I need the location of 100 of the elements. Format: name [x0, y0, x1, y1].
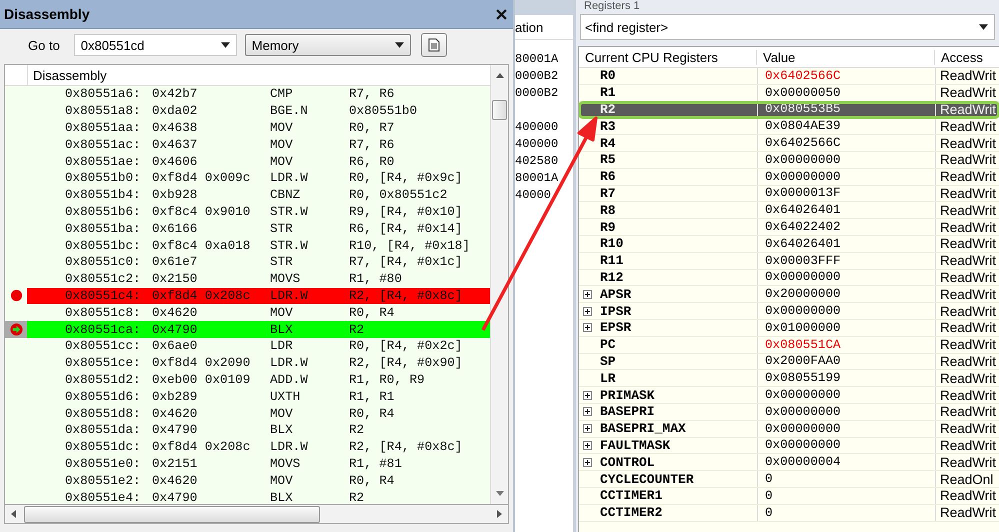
register-name: APSR — [600, 286, 632, 302]
disassembly-line[interactable]: 0x80551d8: 0x4620 MOV R0, R4 — [27, 405, 490, 422]
register-value: 0x00000000 — [765, 152, 841, 167]
register-row[interactable]: BASEPRI_MAX 0x00000000 ReadWrit — [579, 420, 999, 438]
register-row[interactable]: R8 0x64026401 ReadWrit — [579, 202, 999, 220]
vertical-scrollbar[interactable] — [490, 65, 508, 504]
disassembly-line[interactable]: 0x80551cc: 0x6ae0 LDR R0, [R4, #0x2c] — [27, 338, 490, 355]
options-button[interactable] — [420, 33, 447, 57]
register-access: ReadWrit — [940, 136, 996, 151]
register-row[interactable]: BASEPRI 0x00000000 ReadWrit — [579, 404, 999, 421]
mode-dropdown[interactable]: Memory — [244, 34, 411, 56]
disassembly-line[interactable]: 0x80551e0: 0x2151 MOVS R1, #81 — [27, 456, 490, 472]
column-header: Access — [940, 50, 983, 64]
register-row[interactable]: R9 0x64022402 ReadWrit — [579, 219, 999, 236]
register-row[interactable]: R10 0x64026401 ReadWrit — [579, 236, 999, 253]
register-access: ReadWrit — [940, 253, 996, 268]
register-row[interactable]: R6 0x00000000 ReadWrit — [579, 168, 999, 186]
table-cell: 400000 — [515, 137, 558, 151]
register-value: 0x00000004 — [765, 455, 841, 470]
disassembly-line[interactable]: 0x80551bc: 0xf8c4 0xa018 STR.W R10, [R4, #0x18] — [27, 237, 490, 254]
register-access: ReadWrit — [940, 220, 996, 235]
find-register-combobox[interactable]: <find register> — [580, 14, 995, 40]
goto-combobox[interactable]: 0x80551cd — [74, 34, 237, 56]
find-register-field[interactable]: <find register> — [583, 18, 979, 36]
register-row[interactable]: PRIMASK 0x00000000 ReadWrit — [579, 387, 999, 404]
disassembly-line[interactable]: 0x80551ba: 0x6166 STR R6, [R4, #0x14] — [27, 220, 490, 238]
disassembly-line[interactable]: 0x80551ac: 0x4637 MOV R7, R6 — [27, 136, 490, 154]
register-name: R8 — [600, 202, 616, 218]
register-row[interactable]: R2 0x080553B5 ReadWrit — [579, 102, 999, 118]
expand-icon[interactable] — [583, 390, 592, 400]
scroll-left-icon[interactable] — [11, 510, 16, 518]
disassembly-line[interactable]: 0x80551b4: 0xb928 CBNZ R0, 0x80551c2 — [27, 186, 490, 204]
register-access: ReadWrit — [940, 320, 996, 336]
disassembly-line[interactable]: 0x80551dc: 0xf8d4 0x208c LDR.W R2, [R4, #0x8c] — [27, 438, 490, 456]
register-row[interactable]: R5 0x00000000 ReadWrit — [579, 152, 999, 169]
register-row[interactable]: R7 0x0000013F ReadWrit — [579, 186, 999, 202]
horizontal-scrollbar[interactable] — [4, 504, 509, 524]
disassembly-line[interactable]: 0x80551ae: 0x4606 MOV R6, R0 — [27, 153, 490, 170]
disassembly-line[interactable]: 0x80551d2: 0xeb00 0x0109 ADD.W R1, R0, R9 — [27, 372, 490, 388]
disassembly-line[interactable]: 0x80551c0: 0x61e7 STR R7, [R4, #0x1c] — [27, 254, 490, 271]
disassembly-line[interactable]: 0x80551d6: 0xb289 UXTH R1, R1 — [27, 388, 490, 406]
expand-icon[interactable] — [583, 407, 592, 416]
disassembly-line[interactable]: 0x80551e2: 0x4620 MOV R0, R4 — [27, 472, 490, 490]
scroll-thumb[interactable] — [492, 100, 507, 120]
register-name: LR — [600, 370, 616, 386]
register-row[interactable]: CCTIMER1 0 ReadWrit — [579, 488, 999, 505]
disassembly-line[interactable]: 0x80551da: 0x4790 BLX R2 — [27, 422, 490, 439]
disassembly-line[interactable]: 0x80551e4: 0x4790 BLX R2 — [27, 489, 490, 504]
disassembly-line[interactable]: 0x80551a6: 0x42b7 CMP R7, R6 — [27, 86, 490, 103]
close-icon[interactable] — [496, 8, 507, 20]
expand-icon[interactable] — [583, 424, 592, 434]
register-row[interactable]: APSR 0x20000000 ReadWrit — [579, 286, 999, 304]
expand-icon[interactable] — [583, 290, 592, 299]
expand-icon[interactable] — [583, 323, 592, 332]
register-row[interactable]: SP 0x2000FAA0 ReadWrit — [579, 354, 999, 370]
register-access: ReadWrit — [940, 438, 996, 453]
scroll-up-icon[interactable] — [496, 73, 504, 78]
register-name: CCTIMER1 — [600, 488, 662, 504]
column-header: Disassembly — [32, 67, 107, 85]
register-name: R4 — [600, 136, 616, 151]
disassembly-line[interactable]: 0x80551ce: 0xf8d4 0x2090 LDR.W R2, [R4, #0x90] — [27, 354, 490, 372]
register-name: R7 — [600, 186, 616, 201]
disassembly-line[interactable]: 0x80551c8: 0x4620 MOV R0, R4 — [27, 304, 490, 322]
table-cell: 0000B2 — [515, 86, 558, 100]
register-value: 0x0000013F — [765, 186, 841, 200]
register-row[interactable]: R12 0x00000000 ReadWrit — [579, 270, 999, 286]
scroll-right-icon[interactable] — [497, 510, 502, 518]
register-access: ReadWrit — [940, 488, 996, 504]
register-row[interactable]: FAULTMASK 0x00000000 ReadWrit — [579, 438, 999, 454]
disassembly-line[interactable]: 0x80551a8: 0xda02 BGE.N 0x80551b0 — [27, 102, 490, 120]
breakpoint-icon[interactable] — [10, 289, 22, 302]
register-access: ReadWrit — [940, 102, 996, 117]
column-header: ation — [515, 20, 544, 34]
table-cell: 40000 — [515, 188, 552, 202]
register-access: ReadWrit — [940, 337, 996, 352]
scroll-thumb[interactable] — [24, 506, 320, 522]
register-row[interactable]: EPSR 0x01000000 ReadWrit — [579, 320, 999, 337]
register-value: 0x64026401 — [765, 203, 841, 218]
register-row[interactable]: R0 0x6402566C ReadWrit — [579, 68, 999, 85]
disassembly-line[interactable]: 0x80551c2: 0x2150 MOVS R1, #80 — [27, 270, 490, 288]
register-name: SP — [600, 354, 616, 369]
scroll-down-icon[interactable] — [496, 491, 504, 496]
disassembly-line[interactable]: 0x80551b6: 0xf8c4 0x9010 STR.W R9, [R4, #0x10] — [27, 204, 490, 220]
disassembly-line[interactable]: 0x80551aa: 0x4638 MOV R0, R7 — [27, 120, 490, 136]
register-row[interactable]: PC 0x080551CA ReadWrit — [579, 336, 999, 354]
register-access: ReadWrit — [940, 454, 996, 470]
register-value: 0x00000000 — [765, 304, 841, 318]
register-name: IPSR — [600, 304, 632, 319]
register-value: 0x00000000 — [765, 404, 841, 419]
register-row[interactable]: CYCLECOUNTER 0 ReadOnl — [579, 471, 999, 488]
register-row[interactable]: R11 0x00003FFF ReadWrit — [579, 252, 999, 270]
expand-icon[interactable] — [583, 440, 592, 450]
table-cell: 80001A — [515, 52, 558, 66]
register-row[interactable]: CCTIMER2 0 ReadWrit — [579, 504, 999, 522]
expand-icon[interactable] — [583, 458, 592, 467]
register-row[interactable]: CONTROL 0x00000004 ReadWrit — [579, 454, 999, 472]
register-row[interactable]: LR 0x08055199 ReadWrit — [579, 370, 999, 388]
expand-icon[interactable] — [583, 306, 592, 316]
disassembly-line[interactable]: 0x80551b0: 0xf8d4 0x009c LDR.W R0, [R4, #0x9c] — [27, 170, 490, 187]
register-row[interactable]: IPSR 0x00000000 ReadWrit — [579, 303, 999, 320]
